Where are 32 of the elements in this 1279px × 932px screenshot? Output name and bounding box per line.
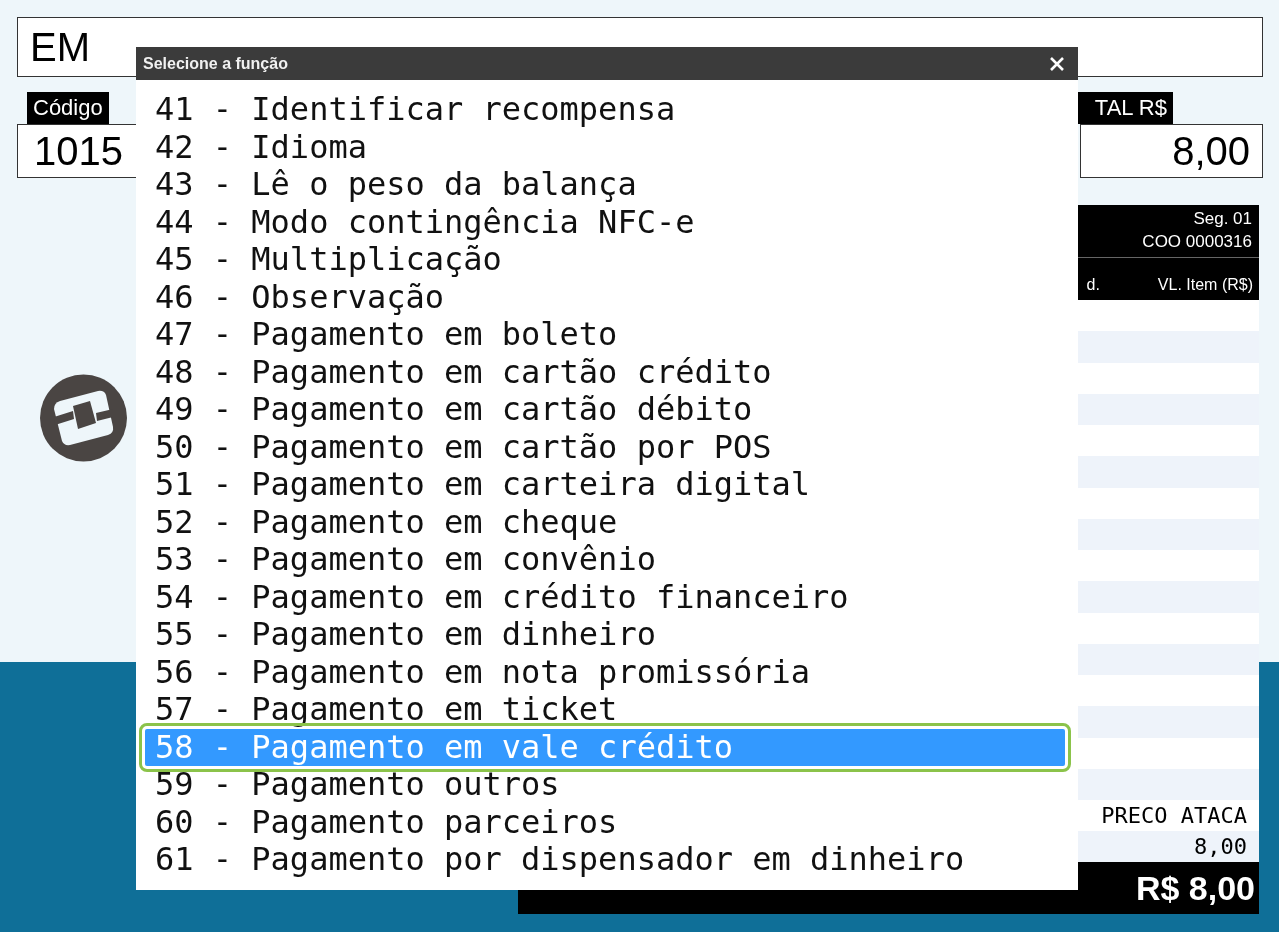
function-item[interactable]: 54 - Pagamento em crédito financeiro <box>145 578 1065 616</box>
function-item[interactable]: 60 - Pagamento parceiros <box>145 803 1065 841</box>
item-value: 8,00 <box>1194 833 1247 861</box>
function-item[interactable]: 49 - Pagamento em cartão débito <box>145 391 1065 429</box>
item-description: PRECO ATACA <box>1101 802 1247 830</box>
function-item[interactable]: 43 - Lê o peso da balança <box>145 166 1065 204</box>
function-item[interactable]: 57 - Pagamento em ticket <box>145 691 1065 729</box>
coo-text: COO 0000316 <box>1142 231 1252 253</box>
function-item[interactable]: 41 - Identificar recompensa <box>145 91 1065 129</box>
segment-text: Seg. 01 <box>1193 208 1252 230</box>
function-item[interactable]: 52 - Pagamento em cheque <box>145 503 1065 541</box>
column-header: VL. Item (R$) <box>1157 276 1253 294</box>
code-label: Código <box>27 92 109 124</box>
function-item[interactable]: 50 - Pagamento em cartão por POS <box>145 428 1065 466</box>
function-item[interactable]: 59 - Pagamento outros <box>145 766 1065 804</box>
total-field: 8,00 <box>1080 124 1263 178</box>
function-item[interactable]: 55 - Pagamento em dinheiro <box>145 616 1065 654</box>
function-item[interactable]: 48 - Pagamento em cartão crédito <box>145 353 1065 391</box>
close-icon <box>1049 55 1065 72</box>
function-item[interactable]: 56 - Pagamento em nota promissória <box>145 653 1065 691</box>
function-item[interactable]: 42 - Idioma <box>145 128 1065 166</box>
logo-icon <box>40 373 127 463</box>
function-item[interactable]: 47 - Pagamento em boleto <box>145 316 1065 354</box>
function-item[interactable]: 44 - Modo contingência NFC-e <box>145 203 1065 241</box>
subtotal-value: R$ 8,00 <box>1135 868 1255 908</box>
function-item[interactable]: 61 - Pagamento por dispensador em dinheiro <box>145 841 1065 879</box>
function-item[interactable]: 46 - Observação <box>145 278 1065 316</box>
function-item[interactable]: 51 - Pagamento em carteira digital <box>145 466 1065 504</box>
function-item[interactable]: 53 - Pagamento em convênio <box>145 541 1065 579</box>
dialog-title: Selecione a função <box>143 54 288 73</box>
column-header: d. <box>1086 276 1100 294</box>
function-item[interactable]: 45 - Multiplicação <box>145 241 1065 279</box>
